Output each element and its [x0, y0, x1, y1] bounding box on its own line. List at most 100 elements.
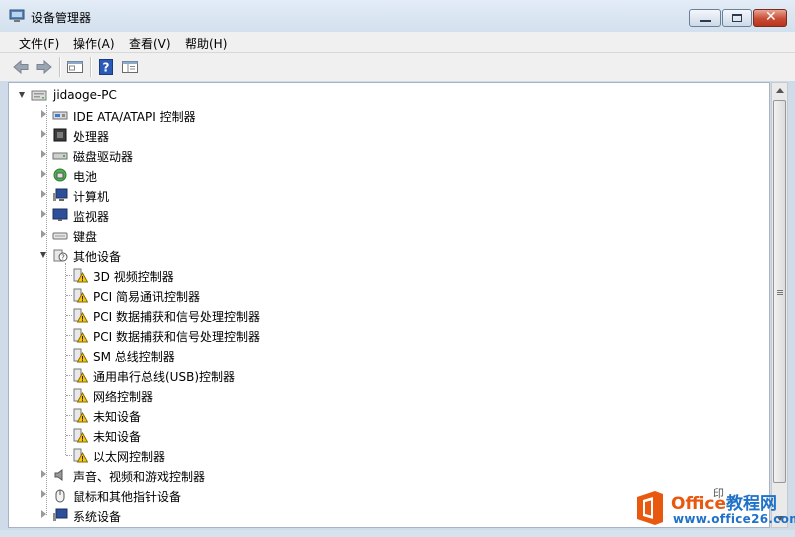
maximize-button[interactable]	[722, 9, 752, 27]
brand-cn: 教程网	[726, 494, 778, 514]
menu-file[interactable]: 文件(F)	[19, 35, 59, 52]
expand-arrow-icon[interactable]	[41, 170, 46, 178]
tree-item-computer[interactable]: 计算机	[9, 185, 749, 205]
computer-icon	[31, 90, 47, 101]
toolbar-separator	[90, 57, 92, 77]
scroll-up-arrow-icon[interactable]	[776, 88, 784, 93]
menu-help[interactable]: 帮助(H)	[185, 35, 227, 52]
expand-arrow-icon[interactable]	[41, 110, 46, 118]
device-label: 以太网控制器	[93, 450, 166, 464]
category-label: 鼠标和其他指针设备	[73, 490, 182, 504]
device-label: 未知设备	[93, 410, 142, 424]
tree-item-other-device-child[interactable]: 通用串行总线(USB)控制器	[9, 365, 749, 385]
category-label: 电池	[73, 170, 98, 184]
grip-line	[777, 290, 783, 291]
scroll-thumb[interactable]	[773, 100, 786, 483]
device-label: PCI 简易通讯控制器	[93, 290, 200, 304]
maximize-icon	[732, 14, 742, 22]
tree-item-battery[interactable]: 电池	[9, 165, 749, 185]
tree-item-other-device-child[interactable]: 以太网控制器	[9, 445, 749, 465]
expand-arrow-icon[interactable]	[41, 130, 46, 138]
menu-action[interactable]: 操作(A)	[73, 35, 115, 52]
warning-device-icon	[73, 408, 88, 423]
tree-item-other-device-child[interactable]: PCI 简易通讯控制器	[9, 285, 749, 305]
watermark: Office教程网 www.office26.com 印	[633, 487, 795, 531]
computer-name: jidaoge-PC	[53, 88, 117, 102]
help-icon[interactable]: ?	[97, 58, 115, 76]
ide-controller-icon	[52, 111, 68, 120]
properties-icon[interactable]	[66, 58, 84, 76]
device-label: PCI 数据捕获和信号处理控制器	[93, 330, 260, 344]
expand-arrow-icon[interactable]	[41, 150, 46, 158]
category-label: 系统设备	[73, 510, 122, 524]
tree-item-processor[interactable]: 处理器	[9, 125, 749, 145]
tree-item-other-device-child[interactable]: PCI 数据捕获和信号处理控制器	[9, 325, 749, 345]
back-arrow-icon[interactable]	[12, 58, 30, 76]
tree-item-keyboard[interactable]: 键盘	[9, 225, 749, 245]
svg-text:?: ?	[61, 254, 65, 262]
device-tree[interactable]: jidaoge-PC IDE ATA/ATAPI 控制器 处理器 磁盘驱动器 电…	[8, 82, 770, 528]
expand-arrow-icon[interactable]	[41, 510, 46, 518]
mouse-icon	[55, 489, 65, 503]
close-icon: ✕	[765, 9, 777, 25]
unknown-device-icon: ?	[53, 249, 68, 262]
expand-arrow-icon[interactable]	[41, 490, 46, 498]
tree-item-monitor[interactable]: 监视器	[9, 205, 749, 225]
vertical-scrollbar[interactable]	[771, 82, 788, 528]
expand-arrow-icon[interactable]	[41, 210, 46, 218]
category-label: IDE ATA/ATAPI 控制器	[73, 110, 196, 124]
close-button[interactable]: ✕	[753, 9, 787, 27]
device-manager-icon	[9, 9, 25, 22]
warning-device-icon	[73, 368, 88, 383]
device-label: SM 总线控制器	[93, 350, 175, 364]
tree-item-other-device-child[interactable]: 未知设备	[9, 405, 749, 425]
warning-device-icon	[73, 388, 88, 403]
collapse-arrow-icon[interactable]	[40, 252, 46, 258]
keyboard-icon	[52, 232, 68, 240]
category-label: 键盘	[73, 230, 98, 244]
battery-icon	[53, 168, 67, 182]
tree-item-ide[interactable]: IDE ATA/ATAPI 控制器	[9, 105, 749, 125]
minimize-button[interactable]	[689, 9, 721, 27]
tree-item-other-device-child[interactable]: PCI 数据捕获和信号处理控制器	[9, 305, 749, 325]
warning-device-icon	[73, 268, 88, 283]
grip-line	[777, 294, 783, 295]
tree-item-other-device-child[interactable]: 网络控制器	[9, 385, 749, 405]
watermark-url: www.office26.com	[673, 512, 795, 526]
computer-icon	[53, 188, 68, 201]
menu-bar: 文件(F) 操作(A) 查看(V) 帮助(H)	[0, 32, 795, 53]
office-logo-icon	[637, 491, 663, 525]
warning-device-icon	[73, 348, 88, 363]
menu-view[interactable]: 查看(V)	[129, 35, 171, 52]
speaker-icon	[54, 469, 63, 481]
category-label: 磁盘驱动器	[73, 150, 134, 164]
hidden-text-fragment: 印	[713, 487, 724, 500]
tree-item-other-devices[interactable]: ? 其他设备	[9, 245, 749, 265]
tree-item-other-device-child[interactable]: 未知设备	[9, 425, 749, 445]
tree-item-other-device-child[interactable]: 3D 视频控制器	[9, 265, 749, 285]
tree-root-item[interactable]: jidaoge-PC	[9, 85, 749, 105]
window-title: 设备管理器	[31, 11, 92, 25]
category-label: 其他设备	[73, 250, 122, 264]
warning-device-icon	[73, 288, 88, 303]
collapse-arrow-icon[interactable]	[19, 92, 25, 98]
warning-device-icon	[73, 308, 88, 323]
device-label: 3D 视频控制器	[93, 270, 174, 284]
tree-item-disk[interactable]: 磁盘驱动器	[9, 145, 749, 165]
show-hide-tree-icon[interactable]	[121, 58, 139, 76]
expand-arrow-icon[interactable]	[41, 230, 46, 238]
toolbar-separator	[59, 57, 61, 77]
category-label: 声音、视频和游戏控制器	[73, 470, 206, 484]
expand-arrow-icon[interactable]	[41, 190, 46, 198]
device-label: PCI 数据捕获和信号处理控制器	[93, 310, 260, 324]
system-device-icon	[53, 508, 68, 521]
category-label: 监视器	[73, 210, 110, 224]
tree-item-sound[interactable]: 声音、视频和游戏控制器	[9, 465, 749, 485]
device-label: 未知设备	[93, 430, 142, 444]
forward-arrow-icon[interactable]	[35, 58, 53, 76]
expand-arrow-icon[interactable]	[41, 470, 46, 478]
disk-drive-icon	[52, 152, 68, 160]
grip-line	[777, 292, 783, 293]
tree-item-other-device-child[interactable]: SM 总线控制器	[9, 345, 749, 365]
title-bar[interactable]: 设备管理器 ✕	[0, 0, 795, 32]
